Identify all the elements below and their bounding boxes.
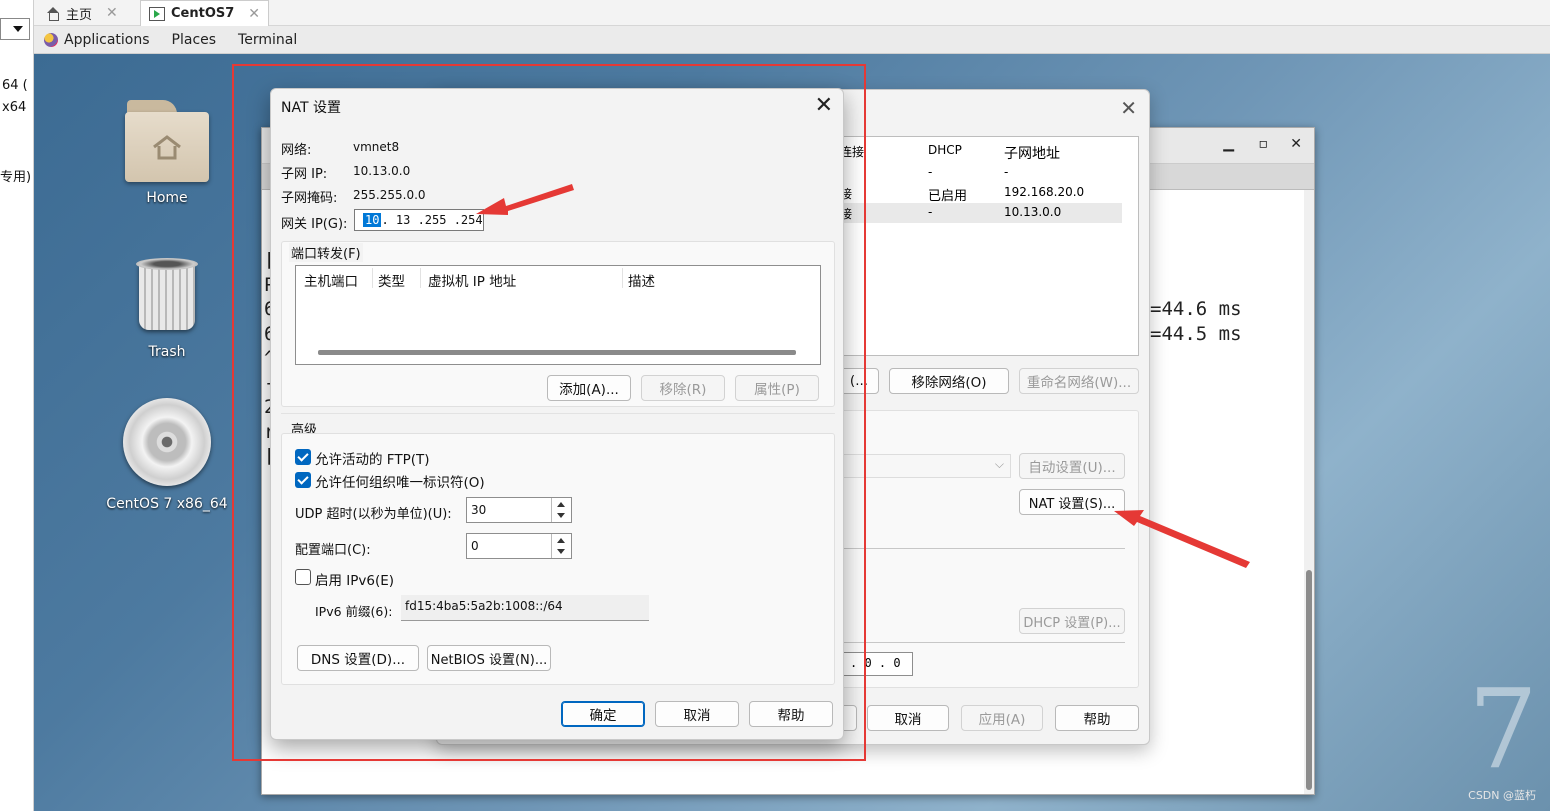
tab-label: CentOS7 xyxy=(171,6,235,21)
host-sidebar-text: x64 xyxy=(2,100,27,115)
table-row[interactable]: - - xyxy=(840,163,1130,183)
terminal-ping-line: =44.6 ms xyxy=(1150,298,1242,320)
close-icon[interactable]: ✕ xyxy=(1290,136,1302,152)
table-row[interactable]: 接 已启用 192.168.20.0 xyxy=(840,183,1130,204)
desktop-icon-label: Trash xyxy=(148,344,186,360)
host-sidebar: 64 ( x64 专用) xyxy=(0,0,34,811)
host-sidebar-text: 专用) xyxy=(0,170,32,185)
minimize-icon[interactable]: ▁ xyxy=(1223,136,1234,152)
cancel-button[interactable]: 取消 xyxy=(867,705,949,731)
terminal-scrollbar[interactable] xyxy=(1304,190,1314,794)
applications-menu[interactable]: Applications xyxy=(44,32,150,48)
watermark: CSDN @蓝朽 xyxy=(1468,789,1536,802)
close-icon[interactable]: ✕ xyxy=(248,6,260,22)
trash-icon xyxy=(136,258,198,332)
terminal-menu[interactable]: Terminal xyxy=(238,32,297,48)
centos-brand-digit: 7 xyxy=(1468,665,1538,793)
host-tabbar: 主页 ✕ CentOS7 ✕ xyxy=(34,0,1550,26)
remove-network-button[interactable]: 移除网络(O) xyxy=(889,368,1009,394)
home-folder-icon xyxy=(125,100,209,184)
gnome-top-panel: Applications Places Terminal xyxy=(34,26,1550,54)
annotation-box xyxy=(232,64,866,761)
applications-label: Applications xyxy=(64,31,150,48)
vm-icon xyxy=(149,6,165,21)
vmnet-info-group xyxy=(839,410,1139,688)
close-icon[interactable]: ✕ xyxy=(1120,96,1137,120)
maximize-icon[interactable]: ▫ xyxy=(1259,136,1269,152)
network-table: 连接 DHCP 子网地址 - - 接 已启用 192.168.20.0 接 - … xyxy=(839,136,1139,356)
auto-settings-button[interactable]: 自动设置(U)... xyxy=(1019,453,1125,479)
help-button[interactable]: 帮助 xyxy=(1055,705,1139,731)
places-menu[interactable]: Places xyxy=(172,32,217,48)
cd-icon xyxy=(123,398,211,486)
chevron-down-icon xyxy=(13,26,23,32)
chevron-down-icon: ⌵ xyxy=(994,457,1004,471)
desktop-icon-home[interactable]: Home xyxy=(102,100,232,206)
tab-centos7[interactable]: CentOS7 ✕ xyxy=(140,0,270,26)
tab-label: 主页 xyxy=(66,7,93,23)
host-sidebar-text: 64 ( xyxy=(2,78,28,93)
terminal-ping-line: =44.5 ms xyxy=(1150,323,1242,345)
rename-network-button[interactable]: 重命名网络(W)... xyxy=(1019,368,1139,394)
applications-icon xyxy=(44,32,58,47)
table-row[interactable]: 接 - 10.13.0.0 xyxy=(840,203,1122,223)
desktop-icon-label: CentOS 7 x86_64 xyxy=(106,496,228,512)
table-header: 连接 DHCP 子网地址 xyxy=(840,143,1060,162)
dhcp-settings-button[interactable]: DHCP 设置(P)... xyxy=(1019,608,1125,634)
tab-home[interactable]: 主页 ✕ xyxy=(38,0,126,26)
desktop-icon-trash[interactable]: Trash xyxy=(102,258,232,360)
apply-button[interactable]: 应用(A) xyxy=(961,705,1043,731)
desktop-icon-cd[interactable]: CentOS 7 x86_64 xyxy=(102,398,232,512)
places-label: Places xyxy=(171,31,217,48)
nat-settings-button[interactable]: NAT 设置(S)... xyxy=(1019,489,1125,515)
desktop-icon-label: Home xyxy=(146,190,188,206)
terminal-label: Terminal xyxy=(238,31,298,48)
close-icon[interactable]: ✕ xyxy=(106,5,118,21)
host-dropdown[interactable] xyxy=(0,18,30,40)
scrollbar-thumb[interactable] xyxy=(1306,570,1312,790)
home-icon xyxy=(46,6,60,21)
